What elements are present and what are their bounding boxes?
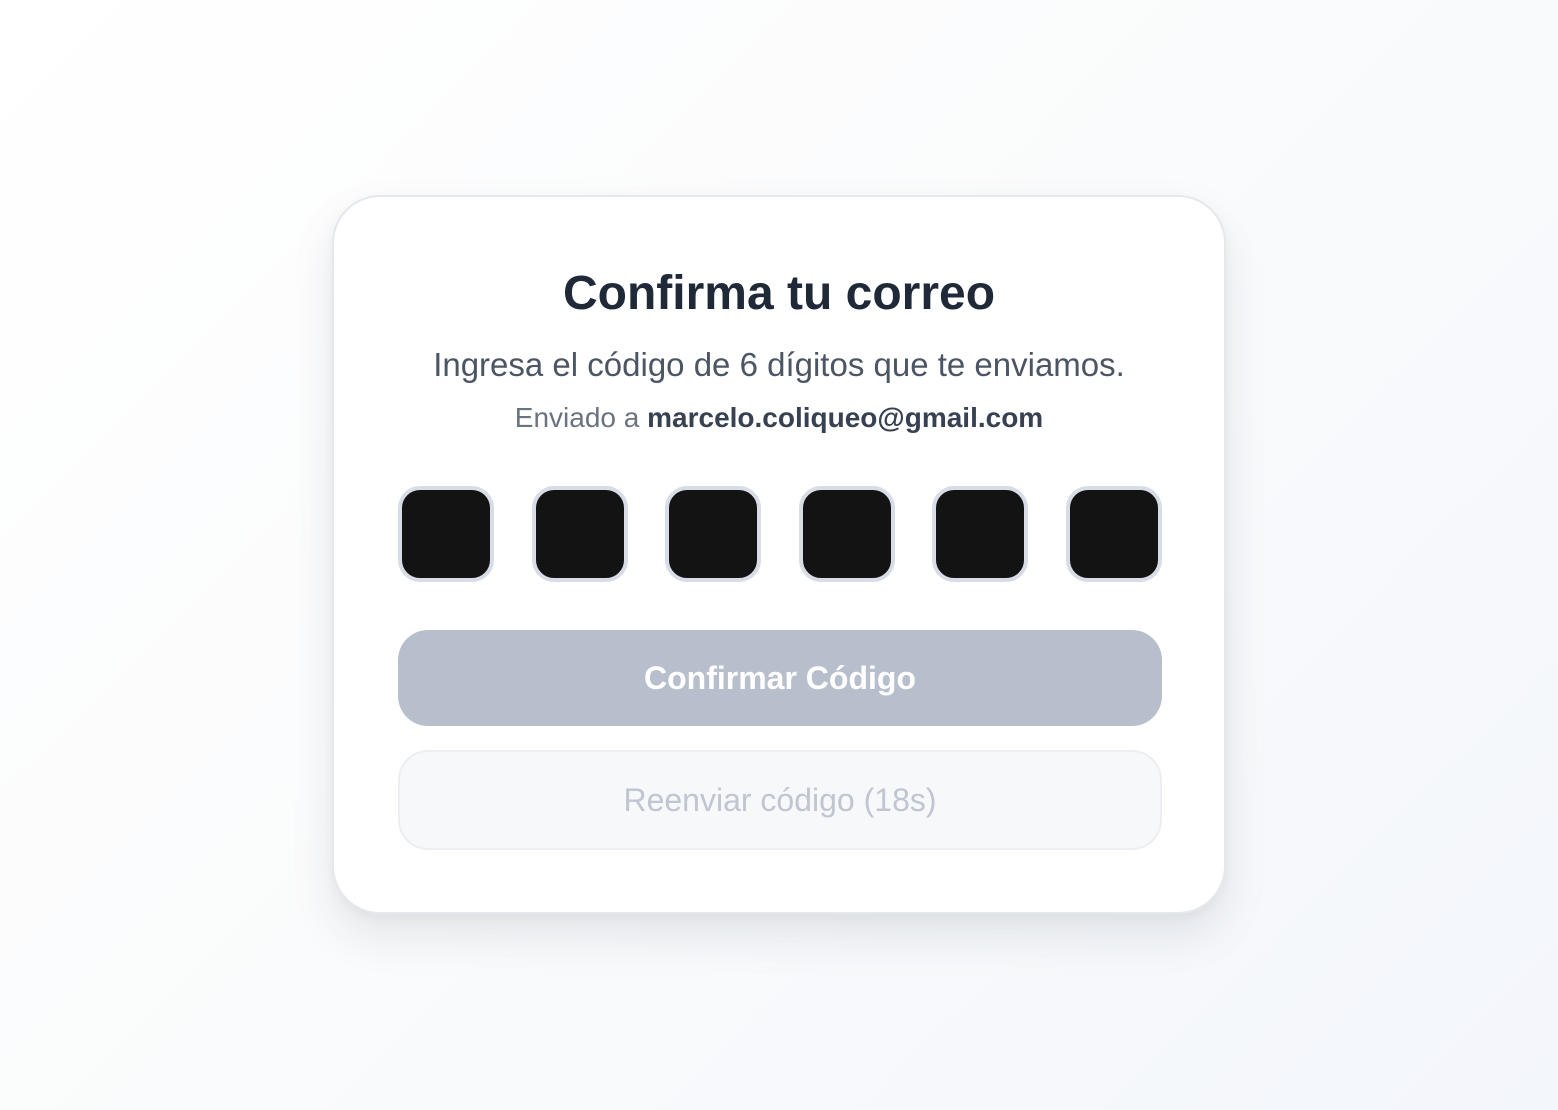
sent-to-line: Enviado a marcelo.coliqueo@gmail.com bbox=[334, 400, 1224, 436]
confirm-code-button[interactable]: Confirmar Código bbox=[398, 630, 1162, 726]
instructions-text: Ingresa el código de 6 dígitos que te en… bbox=[433, 346, 1125, 383]
sent-to-label: Enviado a bbox=[514, 402, 640, 433]
resend-code-button[interactable]: Reenviar código (18s) bbox=[398, 750, 1162, 850]
email-address: marcelo.coliqueo@gmail.com bbox=[647, 402, 1044, 433]
code-digit-4[interactable] bbox=[799, 486, 895, 582]
code-digit-6[interactable] bbox=[1066, 486, 1162, 582]
verification-card: Confirma tu correo Ingresa el código de … bbox=[332, 195, 1226, 914]
code-digit-1[interactable] bbox=[398, 486, 494, 582]
code-digit-5[interactable] bbox=[932, 486, 1028, 582]
page-title: Confirma tu correo bbox=[562, 267, 996, 320]
code-input-group bbox=[398, 486, 1162, 582]
code-digit-2[interactable] bbox=[532, 486, 628, 582]
code-digit-3[interactable] bbox=[665, 486, 761, 582]
